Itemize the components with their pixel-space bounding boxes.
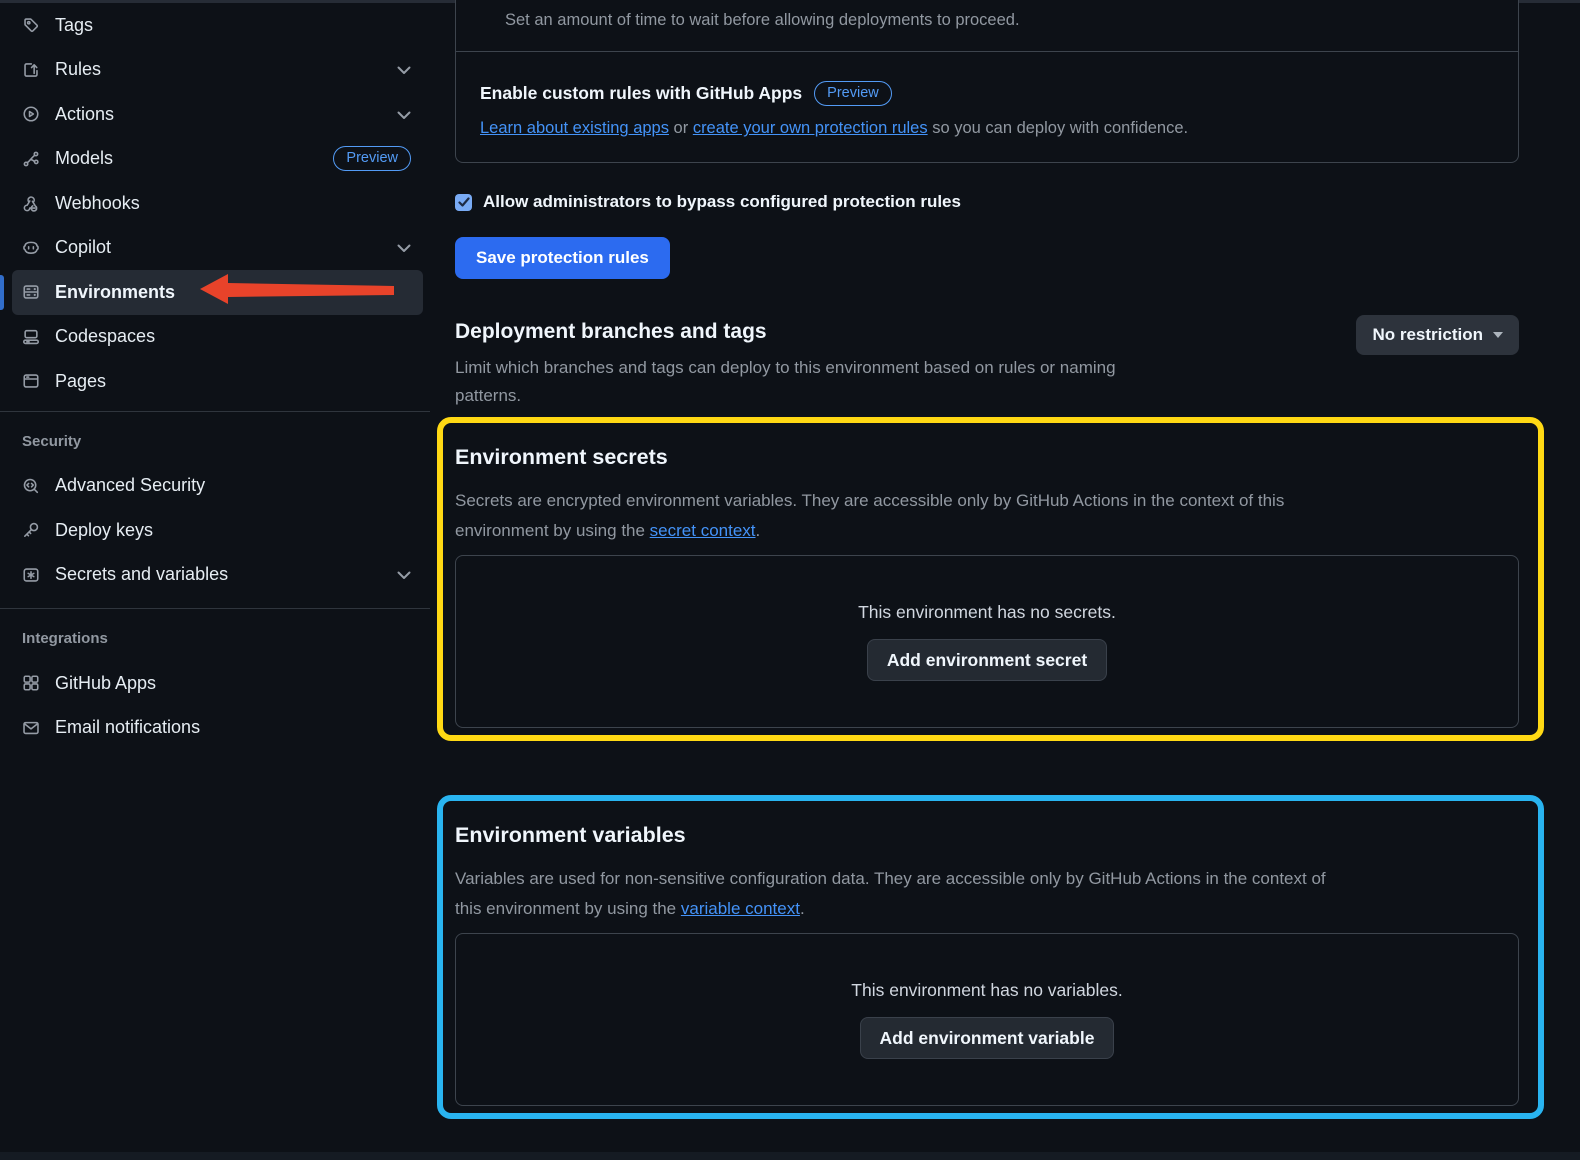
sidebar-item-label: Actions (55, 104, 397, 125)
bottom-edge-strip (0, 1152, 1580, 1160)
rules-icon (22, 61, 40, 79)
environment-secrets-highlight-annotation: Environment secrets Secrets are encrypte… (437, 417, 1544, 741)
webhook-icon (22, 194, 40, 212)
sidebar-item-label: Environments (55, 282, 411, 303)
mail-icon (22, 719, 40, 737)
variable-context-link[interactable]: variable context (681, 899, 800, 918)
sidebar-item-label: Models (55, 148, 333, 169)
create-protection-rules-link[interactable]: create your own protection rules (693, 119, 928, 137)
custom-rules-section: Enable custom rules with GitHub Apps Pre… (456, 51, 1518, 162)
link-separator-text: or (669, 119, 693, 137)
secrets-empty-text: This environment has no secrets. (858, 602, 1116, 623)
dropdown-selected-value: No restriction (1372, 325, 1483, 345)
admin-bypass-checkbox[interactable] (455, 194, 472, 211)
protection-rules-box: Set an amount of time to wait before all… (455, 0, 1519, 163)
variables-empty-state: This environment has no variables. Add e… (455, 933, 1519, 1106)
sidebar-item-advanced-security[interactable]: Advanced Security (12, 464, 423, 509)
description-line: patterns. (455, 382, 1519, 410)
environment-secrets-title: Environment secrets (455, 446, 1519, 469)
apps-grid-icon (22, 674, 40, 692)
custom-rules-title: Enable custom rules with GitHub Apps (480, 83, 802, 104)
admin-bypass-row: Allow administrators to bypass configure… (455, 192, 1519, 212)
branch-restriction-dropdown[interactable]: No restriction (1356, 315, 1519, 355)
sidebar-item-copilot[interactable]: Copilot (12, 226, 423, 271)
environment-secrets-description: Secrets are encrypted environment variab… (455, 486, 1519, 546)
browser-icon (22, 372, 40, 390)
sidebar-item-label: Deploy keys (55, 520, 411, 541)
description-line: Variables are used for non-sensitive con… (455, 869, 1326, 888)
tag-icon (22, 16, 40, 34)
variables-empty-text: This environment has no variables. (851, 980, 1122, 1001)
code-scan-icon (22, 477, 40, 495)
sidebar-item-deploy-keys[interactable]: Deploy keys (12, 508, 423, 553)
description-text: this environment by using the (455, 899, 681, 918)
preview-badge: Preview (333, 146, 411, 171)
key-icon (22, 521, 40, 539)
sidebar-item-label: Secrets and variables (55, 564, 397, 585)
models-icon (22, 150, 40, 168)
chevron-down-icon (397, 564, 411, 585)
description-line: Limit which branches and tags can deploy… (455, 354, 1519, 382)
description-text: . (756, 521, 761, 540)
sidebar-section-security: Security (0, 412, 430, 464)
save-protection-rules-button[interactable]: Save protection rules (455, 237, 670, 279)
sidebar-item-label: Pages (55, 371, 411, 392)
environments-icon (22, 283, 40, 301)
environment-variables-highlight-annotation: Environment variables Variables are used… (437, 795, 1544, 1119)
sidebar-item-codespaces[interactable]: Codespaces (12, 315, 423, 360)
secret-context-link[interactable]: secret context (650, 521, 756, 540)
sidebar-item-label: Email notifications (55, 717, 411, 738)
sidebar-item-environments[interactable]: Environments (12, 270, 423, 315)
sidebar-section-integrations: Integrations (0, 609, 430, 661)
settings-sidebar: Tags Rules Actions Models Preview Webhoo… (0, 3, 430, 750)
sidebar-item-label: Rules (55, 59, 397, 80)
codespaces-icon (22, 328, 40, 346)
chevron-down-icon (397, 237, 411, 258)
sidebar-item-tags[interactable]: Tags (12, 3, 423, 48)
description-text: . (800, 899, 805, 918)
environment-settings-main: Set an amount of time to wait before all… (455, 0, 1519, 1119)
deployment-branches-description: Limit which branches and tags can deploy… (455, 354, 1519, 410)
selected-nav-accent-bar (0, 275, 4, 310)
environment-variables-description: Variables are used for non-sensitive con… (455, 864, 1519, 924)
sidebar-item-rules[interactable]: Rules (12, 48, 423, 93)
sidebar-item-label: GitHub Apps (55, 673, 411, 694)
copilot-icon (22, 239, 40, 257)
deployment-branches-section: Deployment branches and tags No restrict… (455, 320, 1519, 410)
caret-down-icon (1493, 332, 1503, 338)
sidebar-item-label: Webhooks (55, 193, 411, 214)
description-text: environment by using the (455, 521, 650, 540)
add-environment-secret-button[interactable]: Add environment secret (867, 639, 1107, 681)
chevron-down-icon (397, 104, 411, 125)
environment-variables-title: Environment variables (455, 824, 1519, 847)
existing-apps-link[interactable]: Learn about existing apps (480, 119, 669, 137)
play-circle-icon (22, 105, 40, 123)
sidebar-item-label: Tags (55, 15, 411, 36)
sidebar-item-label: Copilot (55, 237, 397, 258)
wait-timer-description: Set an amount of time to wait before all… (456, 0, 1518, 51)
sidebar-item-github-apps[interactable]: GitHub Apps (12, 661, 423, 706)
sidebar-item-actions[interactable]: Actions (12, 92, 423, 137)
asterisk-box-icon (22, 566, 40, 584)
sidebar-item-secrets-and-variables[interactable]: Secrets and variables (12, 553, 423, 598)
secrets-empty-state: This environment has no secrets. Add env… (455, 555, 1519, 728)
preview-badge: Preview (814, 81, 892, 106)
chevron-down-icon (397, 59, 411, 80)
sidebar-item-label: Advanced Security (55, 475, 411, 496)
add-environment-variable-button[interactable]: Add environment variable (860, 1017, 1115, 1059)
sidebar-item-label: Codespaces (55, 326, 411, 347)
sidebar-item-email-notifications[interactable]: Email notifications (12, 706, 423, 751)
sidebar-item-webhooks[interactable]: Webhooks (12, 181, 423, 226)
links-tail-text: so you can deploy with confidence. (928, 119, 1189, 137)
sidebar-item-pages[interactable]: Pages (12, 359, 423, 404)
description-line: Secrets are encrypted environment variab… (455, 491, 1284, 510)
custom-rules-links: Learn about existing apps or create your… (480, 119, 1494, 138)
sidebar-item-models[interactable]: Models Preview (12, 137, 423, 182)
admin-bypass-label: Allow administrators to bypass configure… (483, 192, 961, 212)
